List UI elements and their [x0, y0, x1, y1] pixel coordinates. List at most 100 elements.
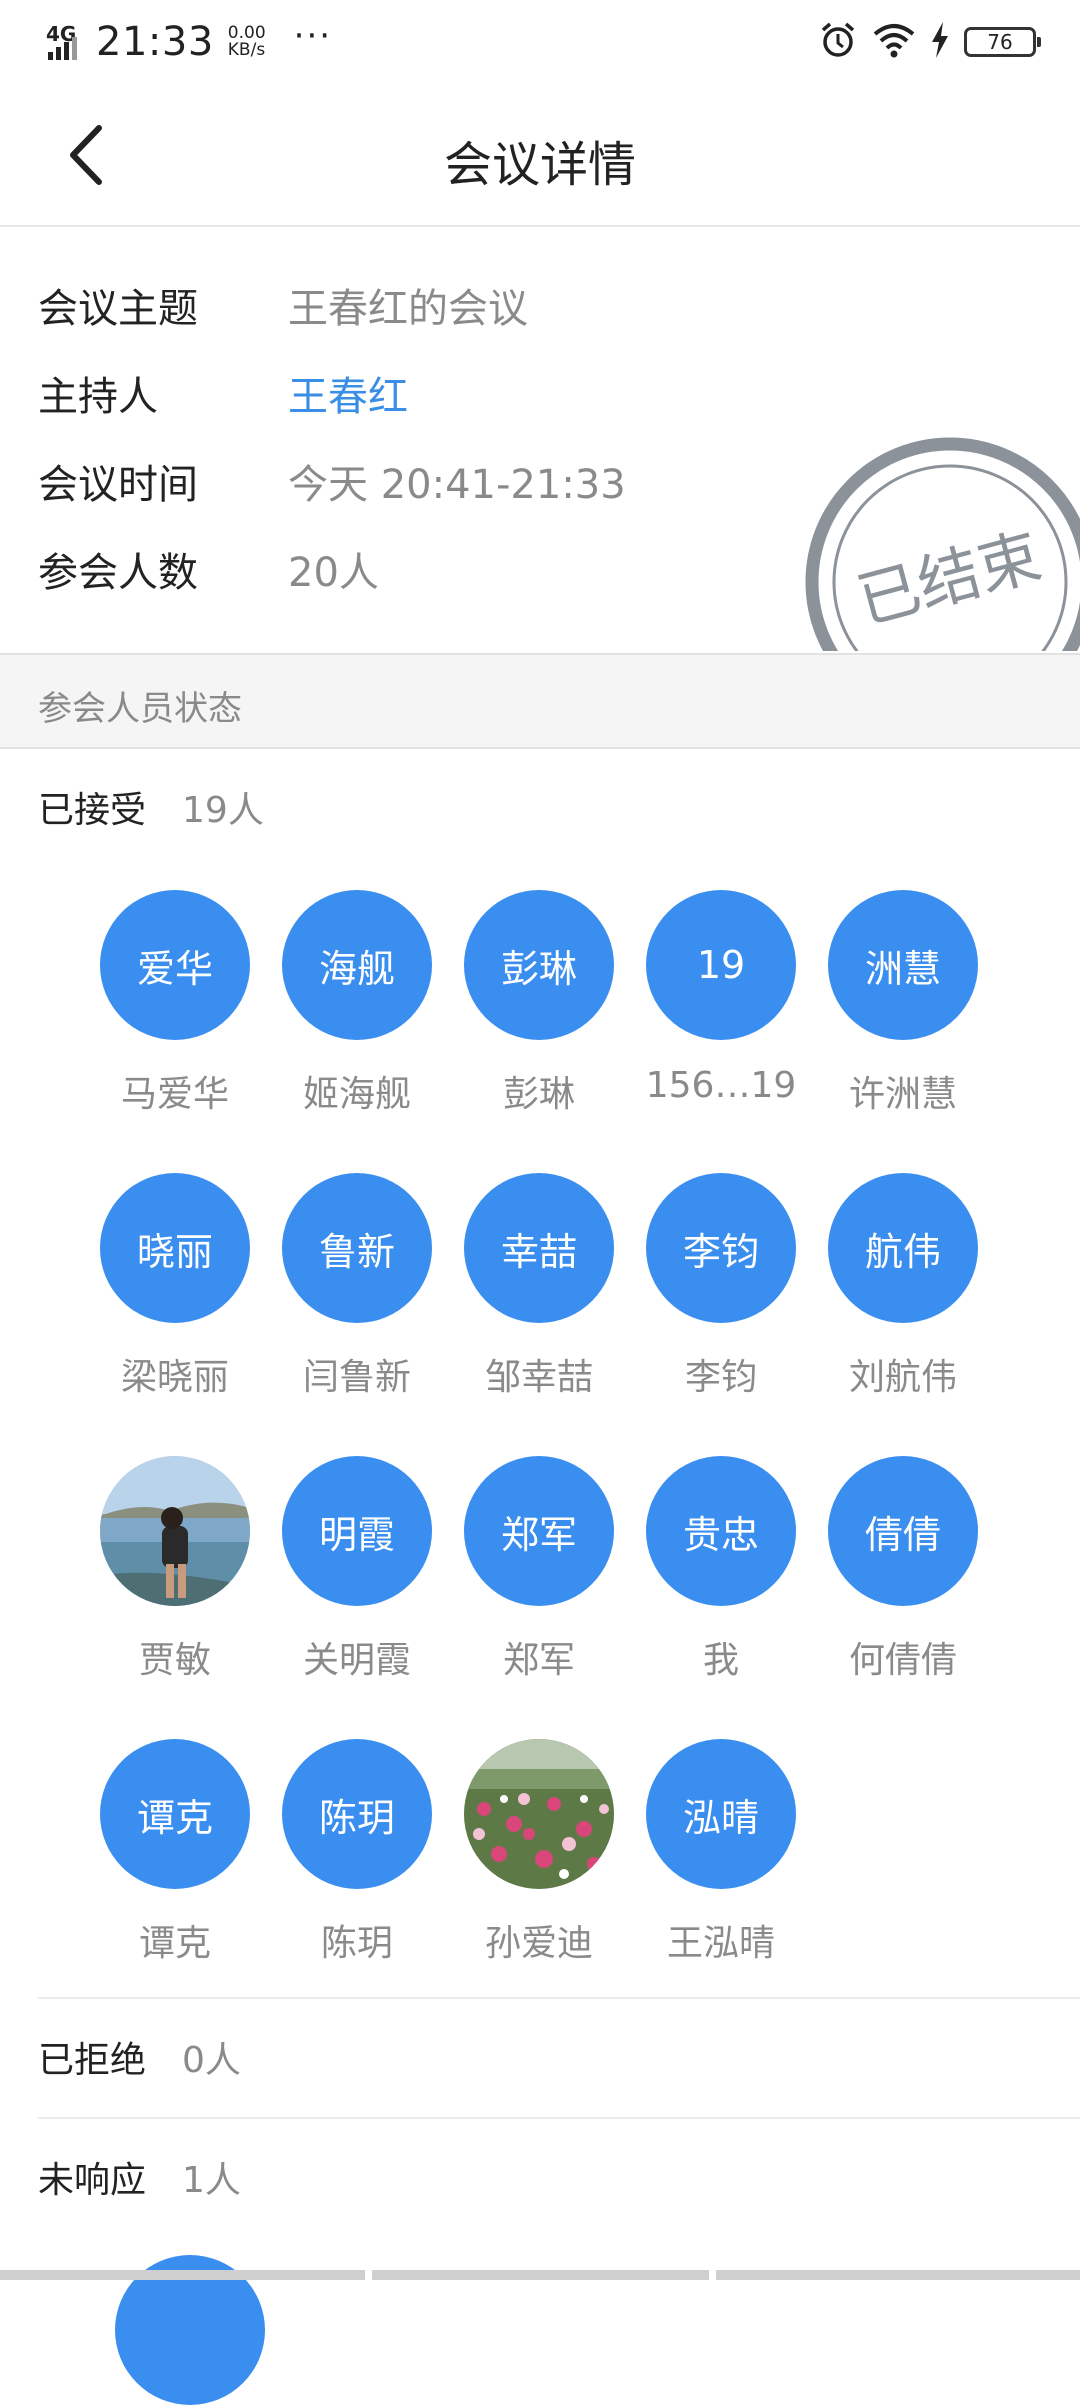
- charging-icon: [930, 22, 950, 62]
- avatar-initials: 贵忠: [682, 1512, 759, 1557]
- member-item[interactable]: 倩倩 何倩倩: [812, 1456, 994, 1696]
- host-link[interactable]: 王春红: [288, 364, 408, 422]
- no-response-count: 1人: [182, 2160, 241, 2201]
- avatar-initials: 谭克: [136, 1795, 213, 1840]
- status-bar: 4G 21:33 0.00 KB/s ··· 76: [0, 0, 1080, 80]
- member-item[interactable]: 爱华 马爱华: [84, 890, 266, 1130]
- member-name: 王泓晴: [666, 1923, 775, 1964]
- member-item[interactable]: 贾敏: [84, 1456, 266, 1696]
- member-item[interactable]: 泓晴 王泓晴: [630, 1739, 812, 1979]
- member-avatar: 贵忠: [646, 1456, 796, 1606]
- member-item[interactable]: 幸喆 邹幸喆: [448, 1173, 630, 1413]
- member-avatar: 明霞: [282, 1456, 432, 1606]
- status-time: 21:33: [96, 19, 214, 65]
- no-response-label: 未响应: [38, 2160, 147, 2201]
- rejected-label: 已拒绝: [38, 2040, 147, 2081]
- signal-icon: 4G: [44, 20, 88, 64]
- member-item[interactable]: 贵忠我: [630, 1456, 812, 1696]
- accepted-label: 已接受: [38, 790, 147, 831]
- meeting-info: 会议主题 王春红的会议 主持人 王春红 会议时间 今天 20:41-21:33 …: [0, 227, 1080, 651]
- navbar: 会议详情: [0, 80, 1080, 227]
- member-name: 刘航伟: [848, 1357, 957, 1398]
- member-item[interactable]: 孙爱迪: [448, 1739, 630, 1979]
- member-item[interactable]: 19 156…19: [630, 890, 812, 1130]
- member-item[interactable]: 陈玥 陈玥: [266, 1739, 448, 1979]
- section-header: 参会人员状态: [0, 653, 1080, 749]
- info-row-host: 主持人 王春红: [38, 363, 408, 423]
- status-bar-left: 4G 21:33 0.00 KB/s ···: [44, 16, 333, 66]
- avatar-initials: 晓丽: [136, 1229, 213, 1274]
- beach-photo: [100, 1456, 250, 1606]
- count-value: 20人: [288, 550, 379, 596]
- member-item[interactable]: 郑军 郑军: [448, 1456, 630, 1696]
- member-item[interactable]: 明霞 关明霞: [266, 1456, 448, 1696]
- avatar-initials: 海舰: [318, 946, 395, 991]
- alarm-icon: [818, 20, 858, 64]
- member-avatar: 郑军: [464, 1456, 614, 1606]
- avatar-initials: 倩倩: [864, 1512, 941, 1557]
- host-label: 主持人: [38, 374, 158, 420]
- avatar-initials: 幸喆: [500, 1229, 577, 1274]
- member-item[interactable]: 洲慧 许洲慧: [812, 890, 994, 1130]
- stamp-text: 已结束: [850, 519, 1049, 638]
- count-label: 参会人数: [38, 550, 198, 596]
- battery-level: 76: [987, 30, 1013, 54]
- avatar-initials: 鲁新: [318, 1229, 395, 1274]
- time-label: 会议时间: [38, 462, 198, 508]
- status-bar-right: 76: [818, 20, 1041, 64]
- member-item[interactable]: 李钧 李钧: [630, 1173, 812, 1413]
- member-avatar: 晓丽: [100, 1173, 250, 1323]
- avatar-initials: 航伟: [864, 1229, 941, 1274]
- member-name: 许洲慧: [848, 1074, 957, 1115]
- avatar-initials: 李钧: [682, 1229, 759, 1274]
- flowers-photo: [464, 1739, 614, 1889]
- member-avatar: 爱华: [100, 890, 250, 1040]
- avatar-initials: 陈玥: [318, 1795, 395, 1840]
- scroll-indicator: [372, 2270, 709, 2280]
- wifi-icon: [872, 20, 916, 64]
- speed-unit: KB/s: [227, 40, 266, 60]
- section-title: 参会人员状态: [38, 689, 242, 729]
- divider: [38, 1997, 1080, 1999]
- scroll-indicator: [716, 2270, 1080, 2280]
- member-avatar: 李钧: [646, 1173, 796, 1323]
- divider: [38, 2117, 1080, 2119]
- avatar-initials: 彭琳: [500, 946, 577, 991]
- scroll-indicator: [0, 2270, 365, 2280]
- member-avatar: 陈玥: [282, 1739, 432, 1889]
- member-avatar: 幸喆: [464, 1173, 614, 1323]
- time-value: 今天 20:41-21:33: [288, 462, 626, 508]
- member-avatar: 彭琳: [464, 890, 614, 1040]
- no-response-header: 未响应 1人: [38, 2147, 241, 2207]
- avatar-initials: 19: [696, 943, 746, 987]
- member-item[interactable]: 海舰 姬海舰: [266, 890, 448, 1130]
- accepted-count: 19人: [182, 790, 264, 831]
- member-avatar: 鲁新: [282, 1173, 432, 1323]
- member-avatar: 洲慧: [828, 890, 978, 1040]
- member-item[interactable]: 航伟 刘航伟: [812, 1173, 994, 1413]
- rejected-count: 0人: [182, 2040, 241, 2081]
- member-avatar: 泓晴: [646, 1739, 796, 1889]
- avatar-initials: 泓晴: [682, 1795, 759, 1840]
- member-item[interactable]: 晓丽 梁晓丽: [84, 1173, 266, 1413]
- topic-label: 会议主题: [38, 286, 198, 332]
- member-avatar: 航伟: [828, 1173, 978, 1323]
- member-name: 何倩倩: [848, 1640, 957, 1681]
- accepted-header: 已接受 19人: [38, 777, 264, 837]
- info-row-time: 会议时间 今天 20:41-21:33: [38, 451, 626, 511]
- avatar-initials: 郑军: [500, 1512, 577, 1557]
- ended-stamp: 已结束: [805, 437, 1080, 651]
- topic-value: 王春红的会议: [288, 286, 528, 332]
- more-notifications-icon: ···: [293, 16, 333, 56]
- rejected-header: 已拒绝 0人: [38, 2027, 241, 2087]
- member-avatar: 倩倩: [828, 1456, 978, 1606]
- info-row-count: 参会人数 20人: [38, 539, 379, 599]
- member-item[interactable]: 彭琳 彭琳: [448, 890, 630, 1130]
- info-row-topic: 会议主题 王春红的会议: [38, 275, 528, 335]
- battery-icon: 76: [964, 27, 1041, 57]
- member-avatar: 谭克: [100, 1739, 250, 1889]
- avatar-initials: 爱华: [136, 946, 213, 991]
- member-avatar: 海舰: [282, 890, 432, 1040]
- member-item[interactable]: 谭克 谭克: [84, 1739, 266, 1979]
- member-item[interactable]: 鲁新 闫鲁新: [266, 1173, 448, 1413]
